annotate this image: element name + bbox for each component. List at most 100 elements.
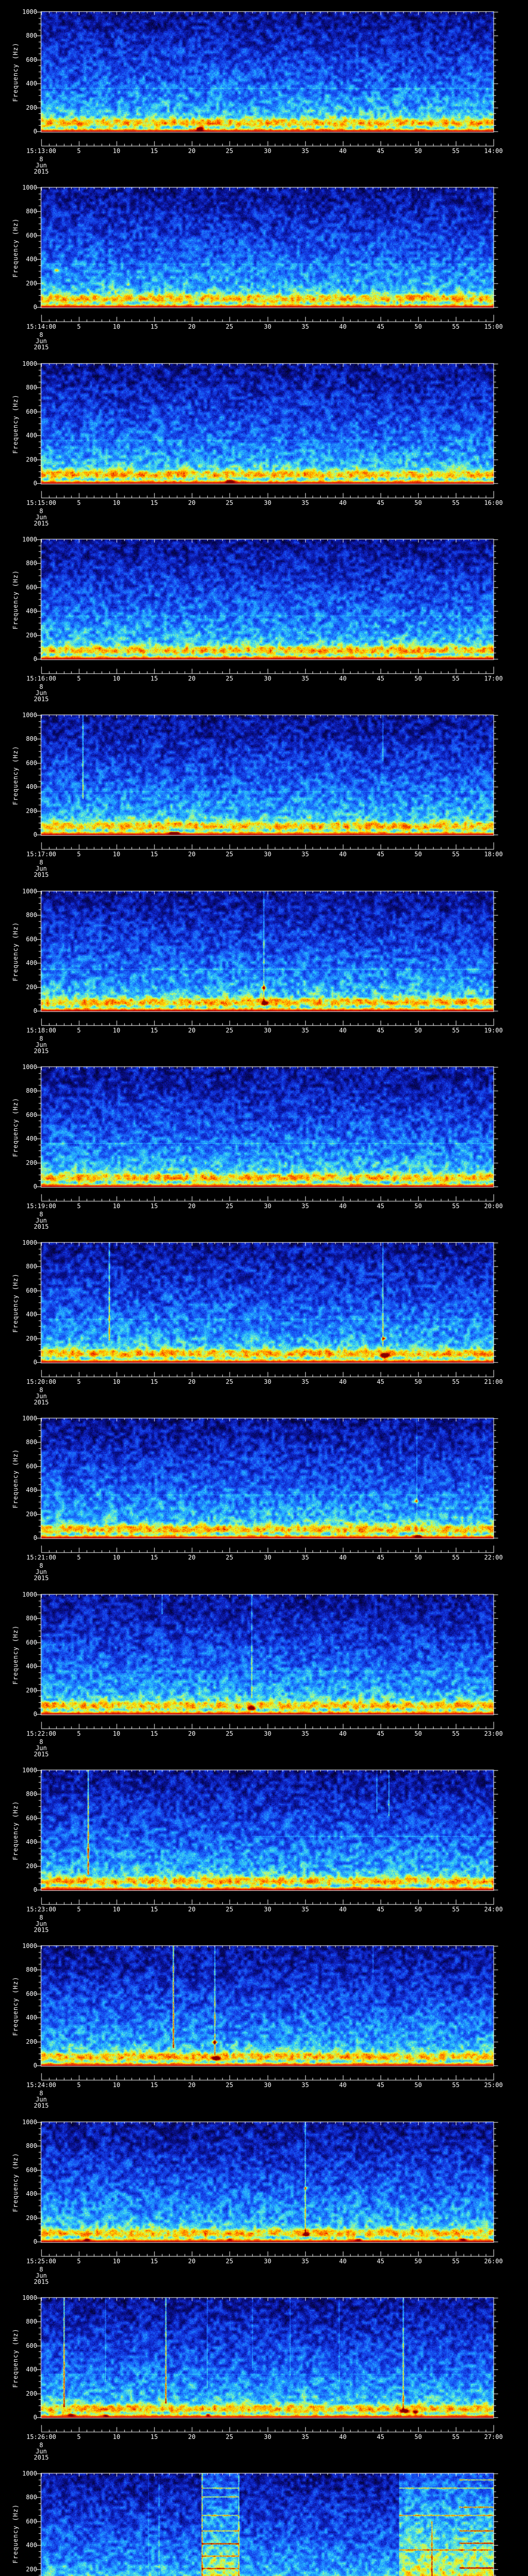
time-end-label: 23:00 (484, 1730, 503, 1737)
freq-tick-label: 400 (26, 2366, 37, 2373)
freq-tick-label: 200 (26, 2566, 37, 2573)
freq-tick-label: 600 (26, 1815, 37, 1822)
freq-tick-label: 1000 (22, 888, 37, 895)
freq-tick-label: 0 (33, 2238, 37, 2245)
date-line: 2015 (34, 1399, 49, 1406)
freq-tick-label: 800 (26, 1263, 37, 1270)
spectrogram-panel-11: Frequency (Hz) 1000 800 600 400 200 0 15:23:00 5… (0, 1758, 528, 1935)
freq-tick-label: 200 (26, 104, 37, 111)
date-line: 2015 (34, 1047, 49, 1055)
freq-tick-label: 200 (26, 807, 37, 815)
time-end-label: 20:00 (484, 1202, 503, 1210)
time-end-label: 25:00 (484, 2081, 503, 2089)
time-end-label: 22:00 (484, 1554, 503, 1561)
freq-tick-label: 400 (26, 1663, 37, 1670)
spectrogram-panel-3: Frequency (Hz) 1000 800 600 400 200 0 15:15:00 5… (0, 352, 528, 528)
frequency-axis-label: Frequency (Hz) (12, 1801, 19, 1860)
freq-tick-label: 600 (26, 408, 37, 415)
freq-tick-label: 200 (26, 456, 37, 463)
freq-tick-label: 200 (26, 1335, 37, 1342)
freq-tick-label: 0 (33, 1359, 37, 1366)
frequency-axis-label: Frequency (Hz) (12, 1449, 19, 1509)
spectrogram-canvas (0, 2462, 528, 2576)
time-end-label: 17:00 (484, 675, 503, 682)
freq-tick-label: 400 (26, 1838, 37, 1845)
freq-tick-label: 1000 (22, 2470, 37, 2477)
freq-tick-label: 800 (26, 2318, 37, 2325)
freq-tick-label: 800 (26, 1615, 37, 1622)
frequency-axis-label: Frequency (Hz) (12, 922, 19, 981)
date-line: 2015 (34, 2454, 49, 2461)
spectrogram-panel-8: Frequency (Hz) 1000 800 600 400 200 0 15:20:00 5… (0, 1231, 528, 1407)
freq-tick-label: 800 (26, 32, 37, 39)
freq-tick-label: 0 (33, 128, 37, 135)
frequency-axis-label: Frequency (Hz) (12, 1625, 19, 1685)
time-end-label: 21:00 (484, 1378, 503, 1385)
frequency-axis-label: Frequency (Hz) (12, 2504, 19, 2564)
freq-tick-label: 600 (26, 56, 37, 63)
date-line: 2015 (34, 1574, 49, 1582)
time-end-label: 14:00 (484, 147, 503, 155)
freq-tick-label: 600 (26, 936, 37, 943)
freq-tick-label: 200 (26, 1687, 37, 1694)
freq-tick-label: 800 (26, 1966, 37, 1973)
time-end-label: 26:00 (484, 2258, 503, 2265)
freq-tick-label: 1000 (22, 711, 37, 719)
frequency-axis-label: Frequency (Hz) (12, 570, 19, 630)
freq-tick-label: 400 (26, 1135, 37, 1142)
time-end-label: 15:00 (484, 323, 503, 330)
freq-tick-label: 600 (26, 2518, 37, 2525)
spectrogram-panel-7: Frequency (Hz) 1000 800 600 400 200 0 15:19:00 5… (0, 1055, 528, 1231)
date-line: 2015 (34, 520, 49, 527)
date-line: 2015 (34, 696, 49, 703)
date-line: 2015 (34, 1926, 49, 1934)
freq-tick-label: 0 (33, 480, 37, 487)
freq-tick-label: 0 (33, 2414, 37, 2421)
freq-tick-label: 800 (26, 2494, 37, 2501)
freq-tick-label: 600 (26, 1111, 37, 1118)
date-line: 2015 (34, 2278, 49, 2285)
spectrogram-panel-10: Frequency (Hz) 1000 800 600 400 200 0 15:22:00 5… (0, 1583, 528, 1759)
date-line: 2015 (34, 871, 49, 878)
spectrogram-stack-figure: Frequency (Hz) 1000 800 600 400 200 0 15:13:00 5… (0, 0, 528, 2576)
freq-tick-label: 800 (26, 1087, 37, 1094)
freq-tick-label: 1000 (22, 2294, 37, 2301)
spectrogram-panel-5: Frequency (Hz) 1000 800 600 400 200 0 15:17:00 5… (0, 703, 528, 879)
spectrogram-panel-9: Frequency (Hz) 1000 800 600 400 200 0 15:21:00 5… (0, 1406, 528, 1583)
freq-tick-label: 800 (26, 208, 37, 215)
freq-tick-label: 0 (33, 303, 37, 311)
freq-tick-label: 1000 (22, 8, 37, 15)
frequency-axis-label: Frequency (Hz) (12, 394, 19, 454)
time-end-label: 18:00 (484, 851, 503, 858)
freq-tick-label: 1000 (22, 1942, 37, 1950)
freq-tick-label: 600 (26, 2166, 37, 2174)
freq-tick-label: 400 (26, 256, 37, 263)
freq-tick-label: 1000 (22, 1239, 37, 1246)
date-line: 2015 (34, 1223, 49, 1230)
freq-tick-label: 0 (33, 1007, 37, 1014)
freq-tick-label: 400 (26, 607, 37, 615)
freq-tick-label: 200 (26, 984, 37, 991)
freq-tick-label: 600 (26, 232, 37, 239)
freq-tick-label: 800 (26, 2142, 37, 2149)
freq-tick-label: 1000 (22, 184, 37, 191)
freq-tick-label: 1000 (22, 2119, 37, 2126)
spectrogram-panel-12: Frequency (Hz) 1000 800 600 400 200 0 15:24:00 5… (0, 1934, 528, 2110)
freq-tick-label: 400 (26, 2541, 37, 2549)
frequency-axis-label: Frequency (Hz) (12, 1976, 19, 2036)
freq-tick-label: 0 (33, 655, 37, 663)
freq-tick-label: 200 (26, 1511, 37, 1518)
frequency-axis-label: Frequency (Hz) (12, 1273, 19, 1333)
freq-tick-label: 1000 (22, 536, 37, 543)
time-end-label: 19:00 (484, 1027, 503, 1034)
freq-tick-label: 0 (33, 831, 37, 838)
freq-tick-label: 1000 (22, 1591, 37, 1598)
frequency-axis-label: Frequency (Hz) (12, 745, 19, 805)
freq-tick-label: 400 (26, 2190, 37, 2197)
freq-tick-label: 1000 (22, 1415, 37, 1422)
freq-tick-label: 1000 (22, 360, 37, 367)
freq-tick-label: 600 (26, 759, 37, 767)
spectrogram-panel-14: Frequency (Hz) 1000 800 600 400 200 0 15:26:00 5… (0, 2286, 528, 2462)
freq-tick-label: 600 (26, 2342, 37, 2349)
freq-tick-label: 200 (26, 280, 37, 287)
